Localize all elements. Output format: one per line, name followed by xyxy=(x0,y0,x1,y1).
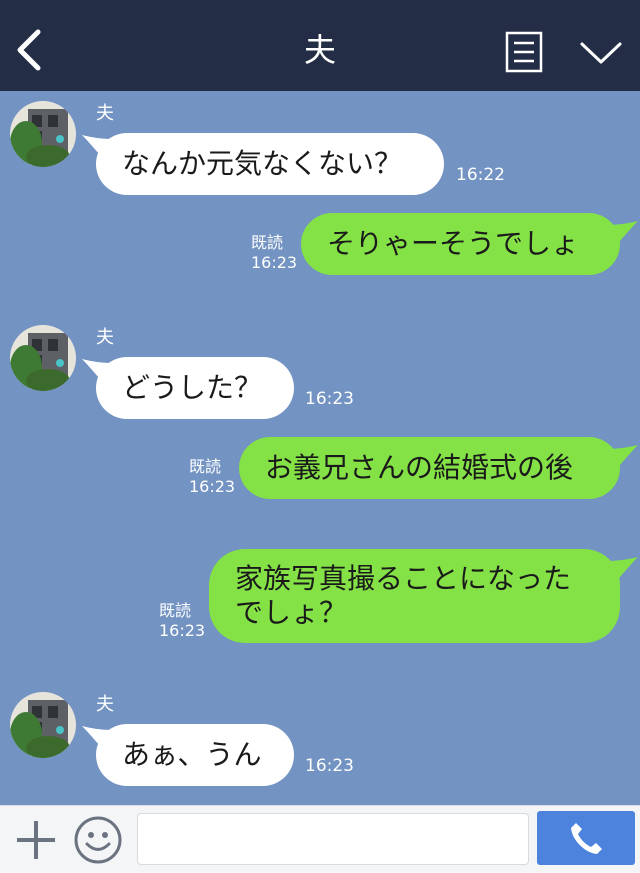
sender-name: 夫 xyxy=(96,694,114,715)
read-receipt: 既読 16:23 xyxy=(159,601,205,641)
read-label: 既読 xyxy=(189,457,222,476)
call-button[interactable] xyxy=(537,811,635,865)
smiley-icon[interactable] xyxy=(73,815,123,865)
message-text: お義兄さんの結婚式の後 xyxy=(265,451,574,484)
read-label: 既読 xyxy=(251,233,284,252)
message-time: 16:22 xyxy=(456,165,505,185)
message-input[interactable] xyxy=(137,813,529,865)
avatar-photo-icon xyxy=(10,325,76,391)
sender-name: 夫 xyxy=(96,103,114,124)
read-receipt: 既読 16:23 xyxy=(189,457,235,497)
message-text: あぁ、うん xyxy=(122,738,262,771)
message-bubble[interactable]: お義兄さんの結婚式の後 xyxy=(239,437,620,499)
chat-area[interactable]: 夫 なんか元気なくない？ 16:22 既読 16:23 そりゃーそうでしょ 夫 … xyxy=(0,91,640,805)
notes-icon[interactable] xyxy=(505,31,543,73)
message-time: 16:23 xyxy=(251,253,298,272)
message-text: そりゃーそうでしょ xyxy=(327,227,580,260)
message-bubble[interactable]: そりゃーそうでしょ xyxy=(301,213,620,275)
message-time: 16:23 xyxy=(305,389,354,409)
read-receipt: 既読 16:23 xyxy=(251,233,297,273)
avatar[interactable] xyxy=(10,101,76,167)
avatar-photo-icon xyxy=(10,692,76,758)
message-text-line: でしょ？ xyxy=(235,596,348,629)
read-label: 既読 xyxy=(159,601,192,620)
message-text: なんか元気なくない？ xyxy=(122,147,403,180)
plus-icon[interactable] xyxy=(14,818,58,862)
message-time: 16:23 xyxy=(305,756,354,776)
chevron-down-icon[interactable] xyxy=(578,36,624,68)
chat-title: 夫 xyxy=(303,31,336,69)
avatar[interactable] xyxy=(10,325,76,391)
message-time: 16:23 xyxy=(189,477,236,496)
message-bubble[interactable]: あぁ、うん xyxy=(96,724,294,786)
avatar-photo-icon xyxy=(10,101,76,167)
chat-header: 夫 xyxy=(0,0,640,91)
message-text-line: 家族写真撮ることになった xyxy=(235,562,572,595)
message-time: 16:23 xyxy=(159,621,206,640)
avatar[interactable] xyxy=(10,692,76,758)
message-bubble[interactable]: なんか元気なくない？ xyxy=(96,133,444,195)
message-input-bar xyxy=(0,805,640,873)
phone-icon xyxy=(571,823,602,854)
message-text: どうした？ xyxy=(122,371,263,404)
sender-name: 夫 xyxy=(96,327,114,348)
message-bubble[interactable]: 家族写真撮ることになった でしょ？ xyxy=(209,549,620,643)
message-bubble[interactable]: どうした？ xyxy=(96,357,294,419)
